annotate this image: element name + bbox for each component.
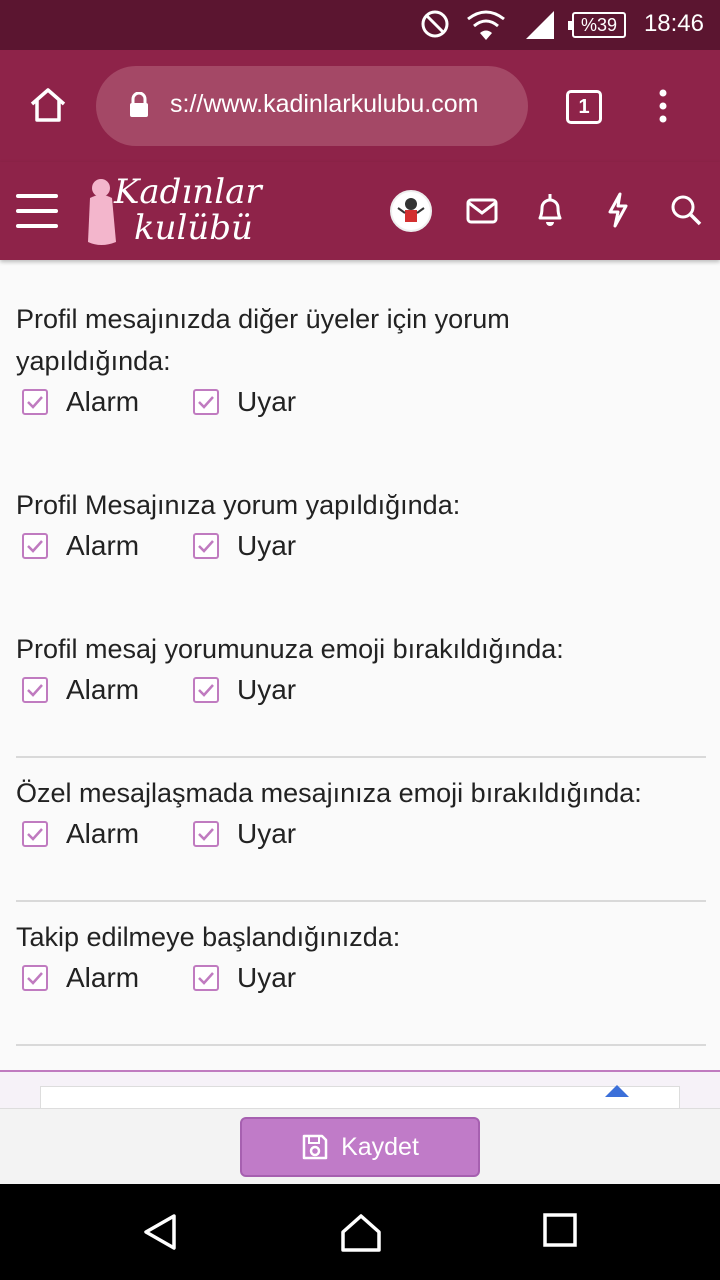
menu-icon[interactable]	[16, 194, 58, 228]
logo-line-2: kulübü	[134, 208, 253, 248]
signal-icon	[526, 11, 554, 39]
alarm-label: Alarm	[66, 386, 140, 417]
save-button-label: Kaydet	[341, 1132, 419, 1161]
checkbox-checked-icon[interactable]	[22, 677, 48, 703]
alarm-option[interactable]: Alarm	[22, 674, 139, 706]
uyar-option[interactable]: Uyar	[193, 818, 296, 850]
avatar[interactable]	[390, 190, 432, 232]
checkbox-checked-icon[interactable]	[193, 533, 219, 559]
uyar-label: Uyar	[237, 530, 297, 561]
site-header: Kadınlar kulübü	[0, 162, 720, 260]
preference-group: Profil Mesajınıza yorum yapıldığında: Al…	[16, 484, 706, 576]
home-icon[interactable]	[28, 86, 68, 124]
alarm-label: Alarm	[66, 530, 140, 561]
lock-icon	[130, 92, 148, 117]
logo-line-1: Kadınlar	[114, 172, 262, 212]
uyar-label: Uyar	[237, 386, 297, 417]
alarm-label: Alarm	[66, 962, 140, 993]
uyar-option[interactable]: Uyar	[193, 530, 296, 562]
preference-label: Özel mesajlaşmada mesajınıza emoji bırak…	[16, 778, 642, 808]
alarm-option[interactable]: Alarm	[22, 530, 139, 562]
url-text: s://www.kadinlarkulubu.com	[170, 90, 479, 118]
uyar-option[interactable]: Uyar	[193, 674, 296, 706]
mail-icon[interactable]	[466, 198, 498, 224]
uyar-label: Uyar	[237, 962, 297, 993]
preference-group: Takip edilmeye başlandığınızda: Alarm Uy…	[16, 916, 706, 1008]
save-icon	[302, 1134, 328, 1160]
preference-group: Özel mesajlaşmada mesajınıza emoji bırak…	[16, 772, 706, 864]
preference-group: Profil mesaj yorumunuza emoji bırakıldığ…	[16, 628, 706, 720]
overflow-menu-icon[interactable]	[656, 88, 670, 124]
avatar-image	[397, 198, 425, 222]
wifi-icon	[467, 10, 505, 40]
do-not-disturb-icon	[421, 10, 449, 38]
save-button[interactable]: Kaydet	[240, 1117, 480, 1177]
divider	[16, 1044, 706, 1046]
logo-figure-icon	[88, 179, 116, 245]
checkbox-checked-icon[interactable]	[193, 389, 219, 415]
checkbox-checked-icon[interactable]	[193, 821, 219, 847]
ad-expand-icon[interactable]	[603, 1083, 631, 1099]
checkbox-checked-icon[interactable]	[22, 533, 48, 559]
android-nav-bar	[0, 1184, 720, 1280]
checkbox-checked-icon[interactable]	[193, 677, 219, 703]
uyar-option[interactable]: Uyar	[193, 962, 296, 994]
uyar-label: Uyar	[237, 674, 297, 705]
back-icon[interactable]	[140, 1212, 180, 1252]
alarm-option[interactable]: Alarm	[22, 962, 139, 994]
recents-icon[interactable]	[542, 1212, 578, 1248]
uyar-label: Uyar	[237, 818, 297, 849]
alarm-option[interactable]: Alarm	[22, 386, 139, 418]
save-bar: Kaydet	[0, 1108, 720, 1184]
divider	[16, 756, 706, 758]
browser-toolbar: s://www.kadinlarkulubu.com 1	[0, 50, 720, 162]
alarm-label: Alarm	[66, 818, 140, 849]
uyar-option[interactable]: Uyar	[193, 386, 296, 418]
alarm-label: Alarm	[66, 674, 140, 705]
bell-icon[interactable]	[536, 192, 564, 228]
notification-preferences: Profil mesajınızda diğer üyeler için yor…	[16, 262, 706, 1070]
checkbox-checked-icon[interactable]	[193, 965, 219, 991]
url-bar[interactable]: s://www.kadinlarkulubu.com	[96, 66, 528, 146]
status-bar: %39 18:46	[0, 0, 720, 50]
ad-banner	[0, 1070, 720, 1112]
preference-group: Profil mesajınızda diğer üyeler için yor…	[16, 298, 706, 432]
divider	[16, 900, 706, 902]
checkbox-checked-icon[interactable]	[22, 821, 48, 847]
preference-label: Takip edilmeye başlandığınızda:	[16, 922, 401, 952]
clock: 18:46	[643, 10, 704, 37]
alarm-option[interactable]: Alarm	[22, 818, 139, 850]
search-icon[interactable]	[670, 194, 702, 226]
battery-indicator: %39	[568, 12, 626, 38]
bolt-icon[interactable]	[606, 192, 630, 228]
home-nav-icon[interactable]	[340, 1212, 382, 1254]
preference-label: Profil mesajınızda diğer üyeler için yor…	[16, 304, 510, 376]
checkbox-checked-icon[interactable]	[22, 389, 48, 415]
tab-switcher-button[interactable]: 1	[566, 90, 602, 124]
checkbox-checked-icon[interactable]	[22, 965, 48, 991]
preference-label: Profil Mesajınıza yorum yapıldığında:	[16, 490, 461, 520]
site-logo[interactable]: Kadınlar kulübü	[114, 174, 262, 246]
preference-label: Profil mesaj yorumunuza emoji bırakıldığ…	[16, 634, 564, 664]
